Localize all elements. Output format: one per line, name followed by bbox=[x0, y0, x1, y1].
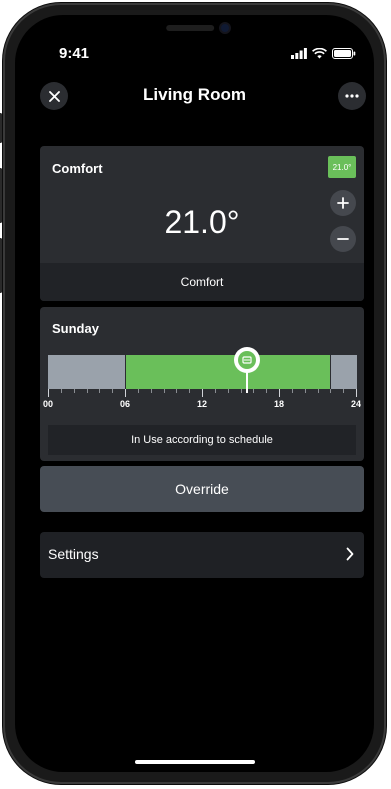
schedule-card: Sunday 00 06 12 18 24 In Use according to sc… bbox=[40, 307, 364, 461]
timeline-tick bbox=[112, 389, 114, 393]
current-time-line bbox=[245, 371, 248, 393]
axis-label: 12 bbox=[196, 399, 208, 409]
axis-label: 24 bbox=[350, 399, 362, 409]
timeline-tick bbox=[150, 389, 152, 393]
wifi-icon bbox=[312, 48, 327, 59]
timeline-tick bbox=[227, 389, 229, 393]
speaker-grille bbox=[165, 25, 214, 31]
temperature-badge: 21.0° bbox=[328, 156, 356, 178]
timeline-tick bbox=[253, 389, 255, 393]
timeline-ticks bbox=[48, 389, 364, 397]
timeline-segment-off[interactable] bbox=[330, 355, 357, 389]
timeline-tick bbox=[304, 389, 306, 393]
settings-row[interactable]: Settings bbox=[40, 532, 364, 578]
page-title: Living Room bbox=[143, 85, 246, 104]
front-camera bbox=[220, 24, 229, 32]
minus-icon bbox=[337, 238, 349, 240]
decrease-temperature-button[interactable] bbox=[330, 226, 356, 252]
schedule-status: In Use according to schedule bbox=[48, 425, 356, 455]
timeline-tick bbox=[330, 389, 332, 393]
timeline-tick bbox=[176, 389, 178, 393]
mode-bar[interactable]: Comfort bbox=[40, 263, 364, 301]
phone-frame: 9:41 Living Room Comfort 21.0° 21.0° Com… bbox=[0, 3, 386, 784]
timeline-tick bbox=[73, 389, 75, 393]
timeline-tick bbox=[317, 389, 319, 393]
axis-label: 06 bbox=[119, 399, 131, 409]
home-indicator bbox=[134, 760, 255, 764]
timeline-tick bbox=[279, 389, 280, 397]
timeline-tick bbox=[343, 389, 345, 393]
timeline-tick bbox=[99, 389, 101, 393]
increase-temperature-button[interactable] bbox=[330, 190, 356, 216]
timeline-tick bbox=[189, 389, 191, 393]
mute-switch bbox=[0, 113, 2, 143]
thermometer-icon bbox=[242, 356, 252, 364]
timeline-tick bbox=[163, 389, 165, 393]
timeline-axis: 00 06 12 18 24 bbox=[43, 399, 364, 413]
timeline-tick bbox=[240, 389, 242, 393]
screen: 9:41 Living Room Comfort 21.0° 21.0° Com… bbox=[15, 15, 374, 772]
axis-label: 18 bbox=[273, 399, 285, 409]
more-options-button[interactable] bbox=[338, 82, 366, 110]
timeline-tick bbox=[125, 389, 126, 397]
battery-icon bbox=[332, 48, 356, 59]
axis-label: 00 bbox=[42, 399, 54, 409]
status-time: 9:41 bbox=[59, 45, 90, 62]
timeline-tick bbox=[266, 389, 268, 393]
schedule-timeline[interactable] bbox=[48, 355, 364, 389]
comfort-label: Comfort bbox=[52, 161, 103, 176]
timeline-tick bbox=[202, 389, 203, 397]
status-bar: 9:41 bbox=[15, 45, 374, 65]
current-time-marker[interactable] bbox=[233, 347, 260, 373]
override-button[interactable]: Override bbox=[40, 466, 364, 512]
timeline-segment-off[interactable] bbox=[48, 355, 125, 389]
timeline-segment-comfort[interactable] bbox=[125, 355, 332, 389]
status-icons bbox=[291, 48, 356, 59]
timeline-tick bbox=[356, 389, 357, 397]
signal-icon bbox=[291, 48, 307, 59]
schedule-day: Sunday bbox=[52, 321, 99, 336]
timeline-tick bbox=[214, 389, 216, 393]
timeline-tick bbox=[291, 389, 293, 393]
notch bbox=[109, 15, 280, 45]
timeline-tick bbox=[48, 389, 49, 397]
plus-icon bbox=[337, 197, 349, 209]
nav-bar: Living Room bbox=[15, 79, 374, 113]
settings-label: Settings bbox=[48, 546, 99, 562]
timeline-tick bbox=[60, 389, 62, 393]
volume-down-button bbox=[0, 238, 2, 293]
comfort-mode-icon bbox=[237, 351, 256, 369]
target-temperature: 21.0° bbox=[164, 204, 240, 240]
timeline-tick bbox=[86, 389, 88, 393]
timeline-tick bbox=[137, 389, 139, 393]
more-icon bbox=[345, 94, 359, 98]
chevron-right-icon bbox=[346, 547, 354, 561]
volume-up-button bbox=[0, 168, 2, 223]
comfort-card: Comfort 21.0° 21.0° Comfort bbox=[40, 146, 364, 301]
